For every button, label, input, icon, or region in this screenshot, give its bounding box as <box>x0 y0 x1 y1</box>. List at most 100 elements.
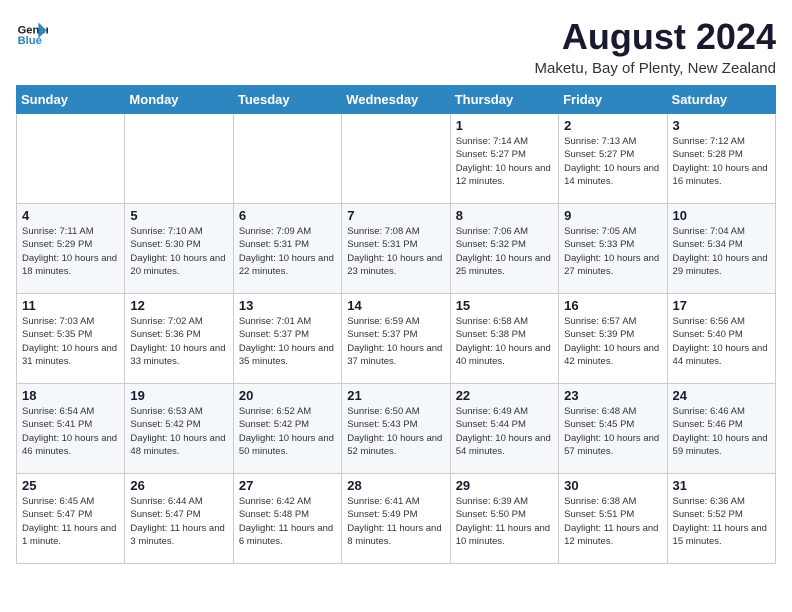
calendar-cell: 26Sunrise: 6:44 AM Sunset: 5:47 PM Dayli… <box>125 474 233 564</box>
calendar-cell: 21 Sunrise: 6:50 AM Sunset: 5:43 PM Dayli… <box>342 384 450 474</box>
day-number: 24 <box>673 388 770 403</box>
day-number: 20 <box>239 388 336 403</box>
weekday-header-friday: Friday <box>559 86 667 114</box>
calendar-cell <box>17 114 125 204</box>
calendar-cell: 15 Sunrise: 6:58 AM Sunset: 5:38 PM Dayli… <box>450 294 558 384</box>
day-info: Sunrise: 7:10 AM Sunset: 5:30 PM Dayligh… <box>130 225 227 278</box>
day-number: 12 <box>130 298 227 313</box>
calendar-cell <box>233 114 341 204</box>
day-info: Sunrise: 6:49 AM Sunset: 5:44 PM Dayligh… <box>456 405 553 458</box>
weekday-header-tuesday: Tuesday <box>233 86 341 114</box>
calendar-header-row: SundayMondayTuesdayWednesdayThursdayFrid… <box>17 86 776 114</box>
calendar-cell: 24 Sunrise: 6:46 AM Sunset: 5:46 PM Dayli… <box>667 384 775 474</box>
day-number: 7 <box>347 208 444 223</box>
calendar-week-row: 11 Sunrise: 7:03 AM Sunset: 5:35 PM Dayli… <box>17 294 776 384</box>
calendar-cell: 3 Sunrise: 7:12 AM Sunset: 5:28 PM Daylig… <box>667 114 775 204</box>
day-info: Sunrise: 7:08 AM Sunset: 5:31 PM Dayligh… <box>347 225 444 278</box>
day-info: Sunrise: 7:09 AM Sunset: 5:31 PM Dayligh… <box>239 225 336 278</box>
day-number: 22 <box>456 388 553 403</box>
page-header: General Blue August 2024 Maketu, Bay of … <box>16 16 776 77</box>
calendar-cell: 18 Sunrise: 6:54 AM Sunset: 5:41 PM Dayli… <box>17 384 125 474</box>
weekday-header-thursday: Thursday <box>450 86 558 114</box>
day-info: Sunrise: 7:11 AM Sunset: 5:29 PM Dayligh… <box>22 225 119 278</box>
day-number: 5 <box>130 208 227 223</box>
day-info: Sunrise: 6:36 AM Sunset: 5:52 PM Dayligh… <box>673 495 770 548</box>
day-number: 19 <box>130 388 227 403</box>
calendar-cell: 7 Sunrise: 7:08 AM Sunset: 5:31 PM Daylig… <box>342 204 450 294</box>
weekday-header-monday: Monday <box>125 86 233 114</box>
day-info: Sunrise: 6:41 AM Sunset: 5:49 PM Dayligh… <box>347 495 444 548</box>
calendar-cell: 8 Sunrise: 7:06 AM Sunset: 5:32 PM Daylig… <box>450 204 558 294</box>
day-number: 29 <box>456 478 553 493</box>
day-number: 17 <box>673 298 770 313</box>
day-info: Sunrise: 6:54 AM Sunset: 5:41 PM Dayligh… <box>22 405 119 458</box>
day-number: 30 <box>564 478 661 493</box>
calendar-week-row: 18 Sunrise: 6:54 AM Sunset: 5:41 PM Dayli… <box>17 384 776 474</box>
day-number: 2 <box>564 118 661 133</box>
svg-text:Blue: Blue <box>18 35 42 47</box>
day-info: Sunrise: 6:57 AM Sunset: 5:39 PM Dayligh… <box>564 315 661 368</box>
calendar-week-row: 25 Sunrise: 6:45 AM Sunset: 5:47 PM Dayli… <box>17 474 776 564</box>
day-info: Sunrise: 7:03 AM Sunset: 5:35 PM Dayligh… <box>22 315 119 368</box>
day-number: 11 <box>22 298 119 313</box>
day-number: 31 <box>673 478 770 493</box>
day-number: 18 <box>22 388 119 403</box>
calendar-cell: 22 Sunrise: 6:49 AM Sunset: 5:44 PM Dayli… <box>450 384 558 474</box>
calendar-cell: 19Sunrise: 6:53 AM Sunset: 5:42 PM Dayli… <box>125 384 233 474</box>
day-info: Sunrise: 6:52 AM Sunset: 5:42 PM Dayligh… <box>239 405 336 458</box>
calendar-cell: 16Sunrise: 6:57 AM Sunset: 5:39 PM Dayli… <box>559 294 667 384</box>
calendar-table: SundayMondayTuesdayWednesdayThursdayFrid… <box>16 85 776 564</box>
weekday-header-saturday: Saturday <box>667 86 775 114</box>
day-info: Sunrise: 7:06 AM Sunset: 5:32 PM Dayligh… <box>456 225 553 278</box>
day-info: Sunrise: 6:59 AM Sunset: 5:37 PM Dayligh… <box>347 315 444 368</box>
day-info: Sunrise: 7:12 AM Sunset: 5:28 PM Dayligh… <box>673 135 770 188</box>
day-info: Sunrise: 7:02 AM Sunset: 5:36 PM Dayligh… <box>130 315 227 368</box>
calendar-cell: 4 Sunrise: 7:11 AM Sunset: 5:29 PM Daylig… <box>17 204 125 294</box>
title-block: August 2024 Maketu, Bay of Plenty, New Z… <box>534 16 776 77</box>
day-number: 28 <box>347 478 444 493</box>
main-title: August 2024 <box>534 16 776 58</box>
calendar-cell: 6 Sunrise: 7:09 AM Sunset: 5:31 PM Daylig… <box>233 204 341 294</box>
calendar-cell: 25 Sunrise: 6:45 AM Sunset: 5:47 PM Dayli… <box>17 474 125 564</box>
calendar-cell: 23Sunrise: 6:48 AM Sunset: 5:45 PM Dayli… <box>559 384 667 474</box>
day-number: 4 <box>22 208 119 223</box>
day-info: Sunrise: 6:38 AM Sunset: 5:51 PM Dayligh… <box>564 495 661 548</box>
day-number: 8 <box>456 208 553 223</box>
day-number: 13 <box>239 298 336 313</box>
weekday-header-sunday: Sunday <box>17 86 125 114</box>
day-info: Sunrise: 7:01 AM Sunset: 5:37 PM Dayligh… <box>239 315 336 368</box>
calendar-cell: 14 Sunrise: 6:59 AM Sunset: 5:37 PM Dayli… <box>342 294 450 384</box>
calendar-cell: 2 Sunrise: 7:13 AM Sunset: 5:27 PM Daylig… <box>559 114 667 204</box>
calendar-cell: 9Sunrise: 7:05 AM Sunset: 5:33 PM Daylig… <box>559 204 667 294</box>
calendar-cell: 1Sunrise: 7:14 AM Sunset: 5:27 PM Daylig… <box>450 114 558 204</box>
day-number: 6 <box>239 208 336 223</box>
calendar-cell: 12 Sunrise: 7:02 AM Sunset: 5:36 PM Dayli… <box>125 294 233 384</box>
day-number: 14 <box>347 298 444 313</box>
day-info: Sunrise: 6:58 AM Sunset: 5:38 PM Dayligh… <box>456 315 553 368</box>
logo-icon: General Blue <box>16 16 48 48</box>
day-info: Sunrise: 6:45 AM Sunset: 5:47 PM Dayligh… <box>22 495 119 548</box>
calendar-cell: 17 Sunrise: 6:56 AM Sunset: 5:40 PM Dayli… <box>667 294 775 384</box>
calendar-cell: 28 Sunrise: 6:41 AM Sunset: 5:49 PM Dayli… <box>342 474 450 564</box>
day-number: 25 <box>22 478 119 493</box>
calendar-cell <box>342 114 450 204</box>
weekday-header-wednesday: Wednesday <box>342 86 450 114</box>
calendar-cell: 13 Sunrise: 7:01 AM Sunset: 5:37 PM Dayli… <box>233 294 341 384</box>
calendar-cell: 11 Sunrise: 7:03 AM Sunset: 5:35 PM Dayli… <box>17 294 125 384</box>
day-info: Sunrise: 6:50 AM Sunset: 5:43 PM Dayligh… <box>347 405 444 458</box>
day-number: 15 <box>456 298 553 313</box>
day-info: Sunrise: 7:13 AM Sunset: 5:27 PM Dayligh… <box>564 135 661 188</box>
calendar-cell: 30 Sunrise: 6:38 AM Sunset: 5:51 PM Dayli… <box>559 474 667 564</box>
calendar-cell: 10Sunrise: 7:04 AM Sunset: 5:34 PM Dayli… <box>667 204 775 294</box>
day-info: Sunrise: 7:05 AM Sunset: 5:33 PM Dayligh… <box>564 225 661 278</box>
day-info: Sunrise: 6:56 AM Sunset: 5:40 PM Dayligh… <box>673 315 770 368</box>
subtitle: Maketu, Bay of Plenty, New Zealand <box>534 60 776 77</box>
day-number: 27 <box>239 478 336 493</box>
day-number: 3 <box>673 118 770 133</box>
day-info: Sunrise: 6:46 AM Sunset: 5:46 PM Dayligh… <box>673 405 770 458</box>
logo: General Blue <box>16 16 48 48</box>
day-info: Sunrise: 6:44 AM Sunset: 5:47 PM Dayligh… <box>130 495 227 548</box>
day-number: 21 <box>347 388 444 403</box>
day-info: Sunrise: 6:48 AM Sunset: 5:45 PM Dayligh… <box>564 405 661 458</box>
day-info: Sunrise: 6:39 AM Sunset: 5:50 PM Dayligh… <box>456 495 553 548</box>
